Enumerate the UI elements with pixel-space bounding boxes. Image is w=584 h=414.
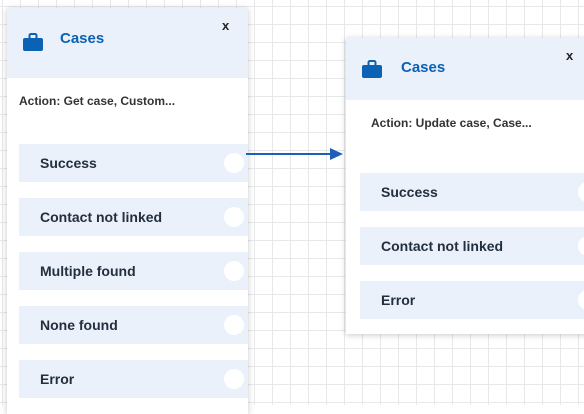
branch-connector-port[interactable] <box>578 236 584 256</box>
branch-error[interactable]: Error <box>360 281 584 319</box>
branch-label: Success <box>381 184 438 200</box>
branch-connector-port[interactable] <box>224 315 244 335</box>
branch-label: None found <box>40 317 118 333</box>
block-header: Cases x <box>346 38 584 100</box>
branch-label: Contact not linked <box>40 209 163 225</box>
branch-label: Multiple found <box>40 263 136 279</box>
connector-arrow[interactable] <box>246 146 346 162</box>
branch-connector-port[interactable] <box>578 290 584 310</box>
branch-contact-not-linked[interactable]: Contact not linked <box>19 198 248 236</box>
branch-multiple-found[interactable]: Multiple found <box>19 252 248 290</box>
cases-block-update-case[interactable]: Cases x Action: Update case, Case... Suc… <box>346 38 584 334</box>
branch-error[interactable]: Error <box>19 360 248 398</box>
close-button[interactable]: x <box>222 18 229 33</box>
briefcase-icon <box>23 33 43 51</box>
branch-label: Error <box>381 292 416 308</box>
branch-connector-port[interactable] <box>224 207 244 227</box>
branch-label: Contact not linked <box>381 238 504 254</box>
branch-label: Error <box>40 371 75 387</box>
block-title: Cases <box>401 59 446 76</box>
branch-contact-not-linked[interactable]: Contact not linked <box>360 227 584 265</box>
branch-none-found[interactable]: None found <box>19 306 248 344</box>
branch-label: Success <box>40 155 97 171</box>
briefcase-icon <box>362 60 382 78</box>
branch-connector-port[interactable] <box>578 182 584 202</box>
block-title: Cases <box>60 30 105 47</box>
action-summary: Action: Update case, Case... <box>371 116 532 130</box>
block-header: Cases x <box>7 8 248 78</box>
branch-success[interactable]: Success <box>360 173 584 211</box>
action-summary: Action: Get case, Custom... <box>19 94 176 108</box>
branch-connector-port[interactable] <box>224 153 244 173</box>
cases-block-get-case[interactable]: Cases x Action: Get case, Custom... Succ… <box>7 8 248 414</box>
branch-success[interactable]: Success <box>19 144 248 182</box>
branch-connector-port[interactable] <box>224 261 244 281</box>
branch-connector-port[interactable] <box>224 369 244 389</box>
close-button[interactable]: x <box>566 48 573 63</box>
